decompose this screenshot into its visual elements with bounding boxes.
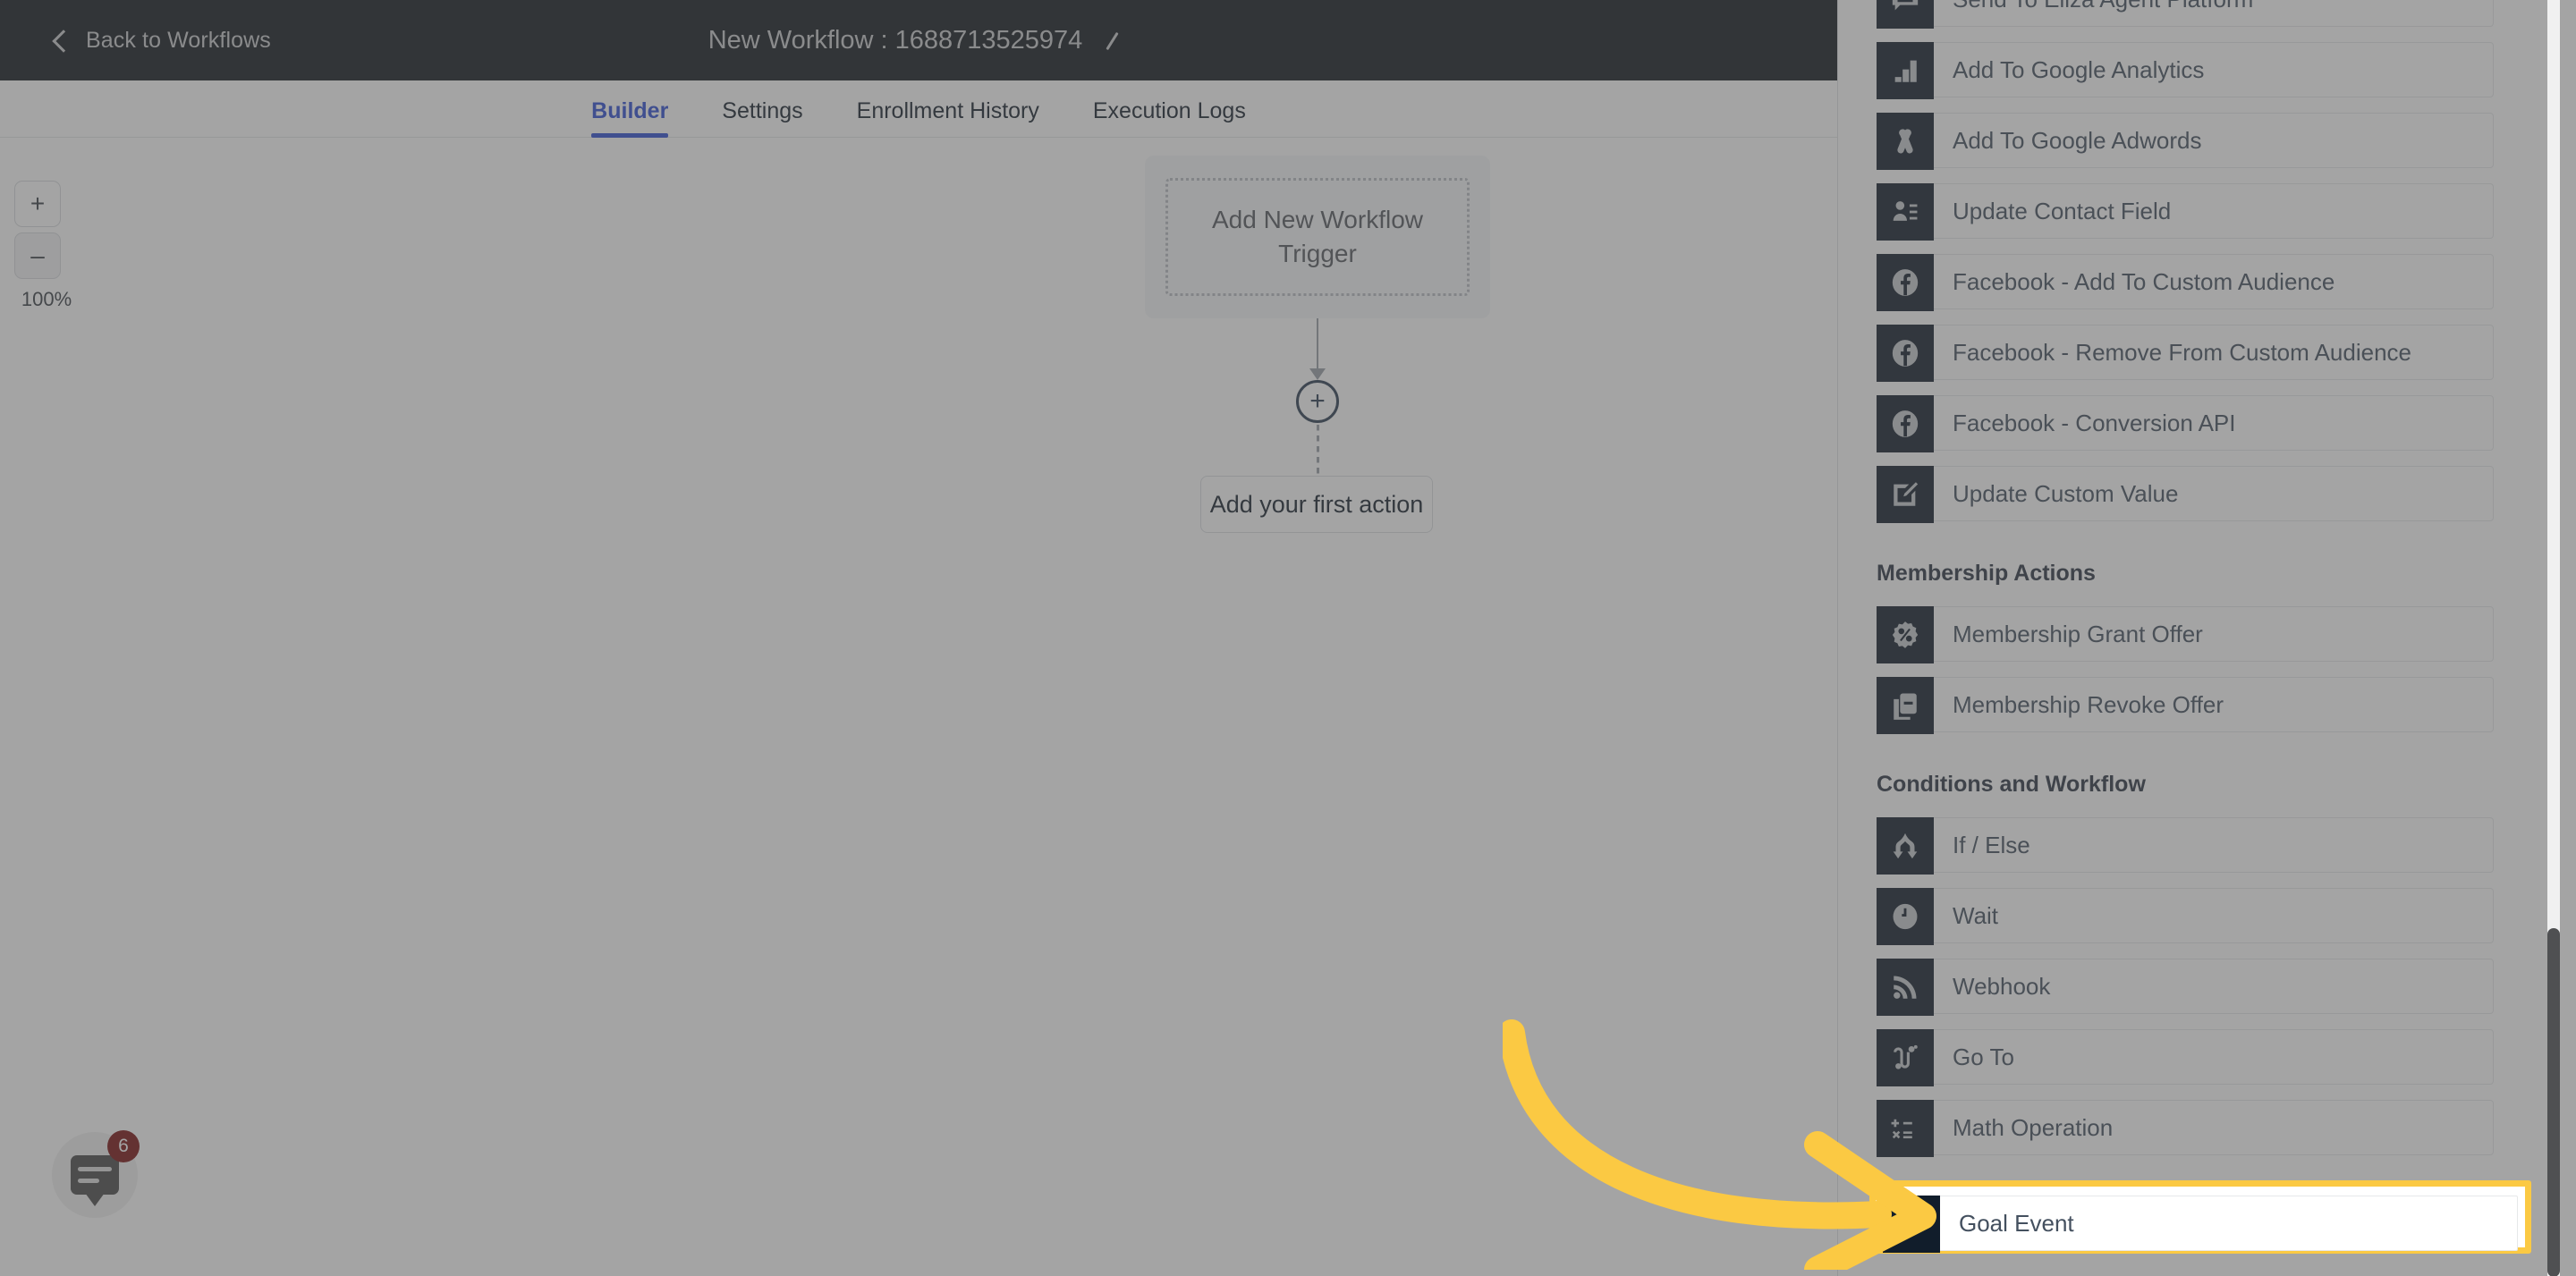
action-item-label: Goal Event <box>1959 1209 2074 1237</box>
workflow-builder-app: Back to Workflows New Workflow : 1688713… <box>0 0 1837 1276</box>
workflow-trigger-card[interactable]: Add New Workflow Trigger <box>1145 156 1490 318</box>
chevron-left-icon <box>52 29 75 53</box>
action-item-label: Webhook <box>1953 972 2051 1000</box>
zoom-in-button[interactable]: + <box>14 181 61 227</box>
action-item-membership-revoke-offer[interactable]: Membership Revoke Offer <box>1877 677 2494 734</box>
action-item-facebook-remove-from-custom-audience[interactable]: Facebook - Remove From Custom Audience <box>1877 325 2494 382</box>
section-heading-conditions-and-workflow: Conditions and Workflow <box>1877 772 2146 797</box>
action-item-add-to-google-analytics[interactable]: Add To Google Analytics <box>1877 42 2494 99</box>
action-item-label: Wait <box>1953 901 1999 929</box>
screen: Back to Workflows New Workflow : 1688713… <box>0 0 2576 1276</box>
action-item-update-contact-field[interactable]: Update Contact Field <box>1877 183 2494 241</box>
action-item-math-operation[interactable]: Math Operation <box>1877 1100 2494 1157</box>
clock-icon <box>1877 888 1934 945</box>
workflow-canvas[interactable]: + – 100% Add New Workflow Trigger + Add … <box>0 138 1837 1276</box>
tab-builder[interactable]: Builder <box>564 98 695 138</box>
action-item-add-to-google-adwords[interactable]: Add To Google Adwords <box>1877 113 2494 170</box>
action-item-facebook-add-to-custom-audience[interactable]: Facebook - Add To Custom Audience <box>1877 254 2494 311</box>
tab-settings[interactable]: Settings <box>695 98 829 137</box>
branch-icon <box>1877 817 1934 875</box>
action-item-label: Update Custom Value <box>1953 479 2179 507</box>
card-minus-icon <box>1877 677 1934 734</box>
tab-enrollment-history[interactable]: Enrollment History <box>830 98 1066 137</box>
action-item-label: If / Else <box>1953 831 2030 858</box>
back-to-workflows-label: Back to Workflows <box>86 27 271 53</box>
contact-card-icon <box>1877 183 1934 241</box>
actions-group-membership: Membership Actions Membership Grant Offe… <box>1837 561 2576 734</box>
tab-bar: Builder Settings Enrollment History Exec… <box>0 80 1837 138</box>
zoom-out-button[interactable]: – <box>14 232 61 279</box>
action-item-if-else[interactable]: If / Else <box>1877 817 2494 875</box>
google-ads-icon <box>1877 113 1934 170</box>
workflow-title: New Workflow : 1688713525974 <box>708 25 1083 55</box>
action-item-label: Facebook - Remove From Custom Audience <box>1953 338 2411 366</box>
google-analytics-icon <box>1877 42 1934 99</box>
action-item-label: Facebook - Conversion API <box>1953 409 2236 436</box>
percent-badge-icon <box>1877 606 1934 663</box>
add-action-plus-button[interactable]: + <box>1296 380 1339 423</box>
back-to-workflows-link[interactable]: Back to Workflows <box>52 0 271 80</box>
action-item-facebook-conversion-api[interactable]: Facebook - Conversion API <box>1877 395 2494 452</box>
top-bar: Back to Workflows New Workflow : 1688713… <box>0 0 1837 80</box>
action-item-label: Membership Revoke Offer <box>1953 690 2224 718</box>
goto-path-icon <box>1877 1029 1934 1086</box>
add-first-action-button[interactable]: Add your first action <box>1200 476 1433 533</box>
action-item-membership-grant-offer[interactable]: Membership Grant Offer <box>1877 606 2494 663</box>
section-heading-membership-actions: Membership Actions <box>1877 561 2096 586</box>
edge-connector-top <box>1317 318 1318 374</box>
actions-side-panel: Send To Eliza Agent Platform Add To Goog… <box>1837 0 2576 1276</box>
action-item-label: Go To <box>1953 1043 2014 1070</box>
action-item-send-to-eliza-agent-platform[interactable]: Send To Eliza Agent Platform <box>1877 0 2494 29</box>
math-operators-icon <box>1877 1100 1934 1157</box>
actions-group-conditions-and-workflow: Conditions and Workflow If / Else Wait W… <box>1837 772 2576 1226</box>
action-item-wait[interactable]: Wait <box>1877 888 2494 945</box>
action-item-label: Send To Eliza Agent Platform <box>1953 0 2253 13</box>
facebook-icon <box>1877 395 1934 452</box>
pencil-icon[interactable] <box>1106 29 1129 52</box>
chat-support-widget[interactable]: 6 <box>52 1130 140 1218</box>
chat-list-icon <box>1877 0 1934 29</box>
action-item-label: Add To Google Adwords <box>1953 126 2202 154</box>
action-item-go-to[interactable]: Go To <box>1877 1029 2494 1086</box>
action-item-label: Math Operation <box>1953 1113 2114 1141</box>
workflow-title-group: New Workflow : 1688713525974 <box>0 0 1837 80</box>
actions-scroll-area[interactable]: Send To Eliza Agent Platform Add To Goog… <box>1837 0 2576 1276</box>
edge-connector-bottom <box>1317 425 1319 476</box>
facebook-icon <box>1877 325 1934 382</box>
tab-execution-logs[interactable]: Execution Logs <box>1066 98 1273 137</box>
action-item-label: Membership Grant Offer <box>1953 620 2203 647</box>
action-item-update-custom-value[interactable]: Update Custom Value <box>1877 466 2494 523</box>
chat-line <box>78 1167 112 1171</box>
action-item-label: Facebook - Add To Custom Audience <box>1953 267 2335 295</box>
zoom-level-label: 100% <box>21 288 72 310</box>
action-item-goal-event[interactable]: Goal Event <box>1883 1196 2518 1253</box>
action-item-webhook[interactable]: Webhook <box>1877 959 2494 1016</box>
action-item-label: Update Contact Field <box>1953 197 2172 224</box>
goal-event-highlight-box: Goal Event <box>1869 1180 2531 1254</box>
chat-bubble-icon <box>71 1155 119 1206</box>
chat-line <box>78 1179 99 1183</box>
add-new-workflow-trigger-placeholder[interactable]: Add New Workflow Trigger <box>1165 178 1470 296</box>
checkered-flag-icon <box>1883 1196 1940 1253</box>
edge-arrowhead-icon <box>1309 368 1326 380</box>
rss-icon <box>1877 959 1934 1016</box>
zoom-controls: + – 100% <box>14 181 86 311</box>
actions-group-general: Send To Eliza Agent Platform Add To Goog… <box>1837 0 2576 523</box>
action-item-label: Add To Google Analytics <box>1953 55 2205 83</box>
facebook-icon <box>1877 254 1934 311</box>
chat-unread-badge: 6 <box>107 1130 140 1162</box>
scrollbar-thumb[interactable] <box>2547 928 2560 1276</box>
edit-square-icon <box>1877 466 1934 523</box>
plus-icon: + <box>1309 386 1326 416</box>
